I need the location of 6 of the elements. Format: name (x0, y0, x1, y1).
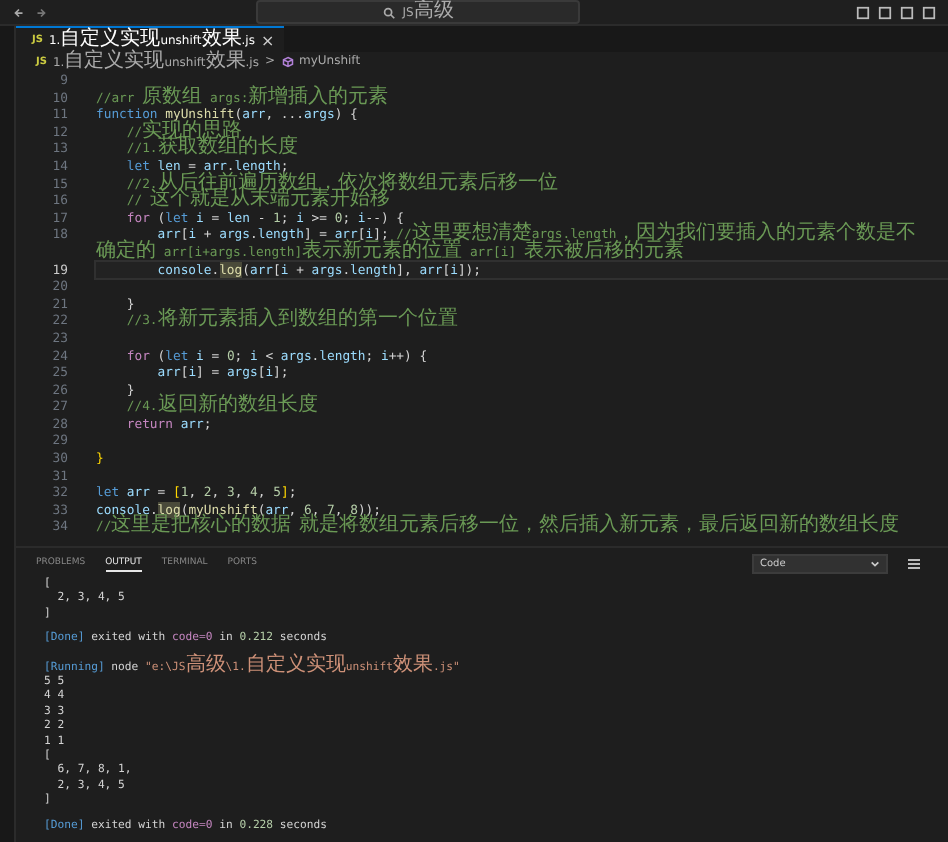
cube-icon (281, 55, 293, 67)
chevron-down-icon (870, 559, 880, 568)
forward-arrow-icon[interactable] (34, 5, 48, 19)
list-icon[interactable] (908, 557, 920, 570)
search-icon (382, 5, 397, 19)
back-arrow-icon[interactable] (12, 5, 26, 19)
